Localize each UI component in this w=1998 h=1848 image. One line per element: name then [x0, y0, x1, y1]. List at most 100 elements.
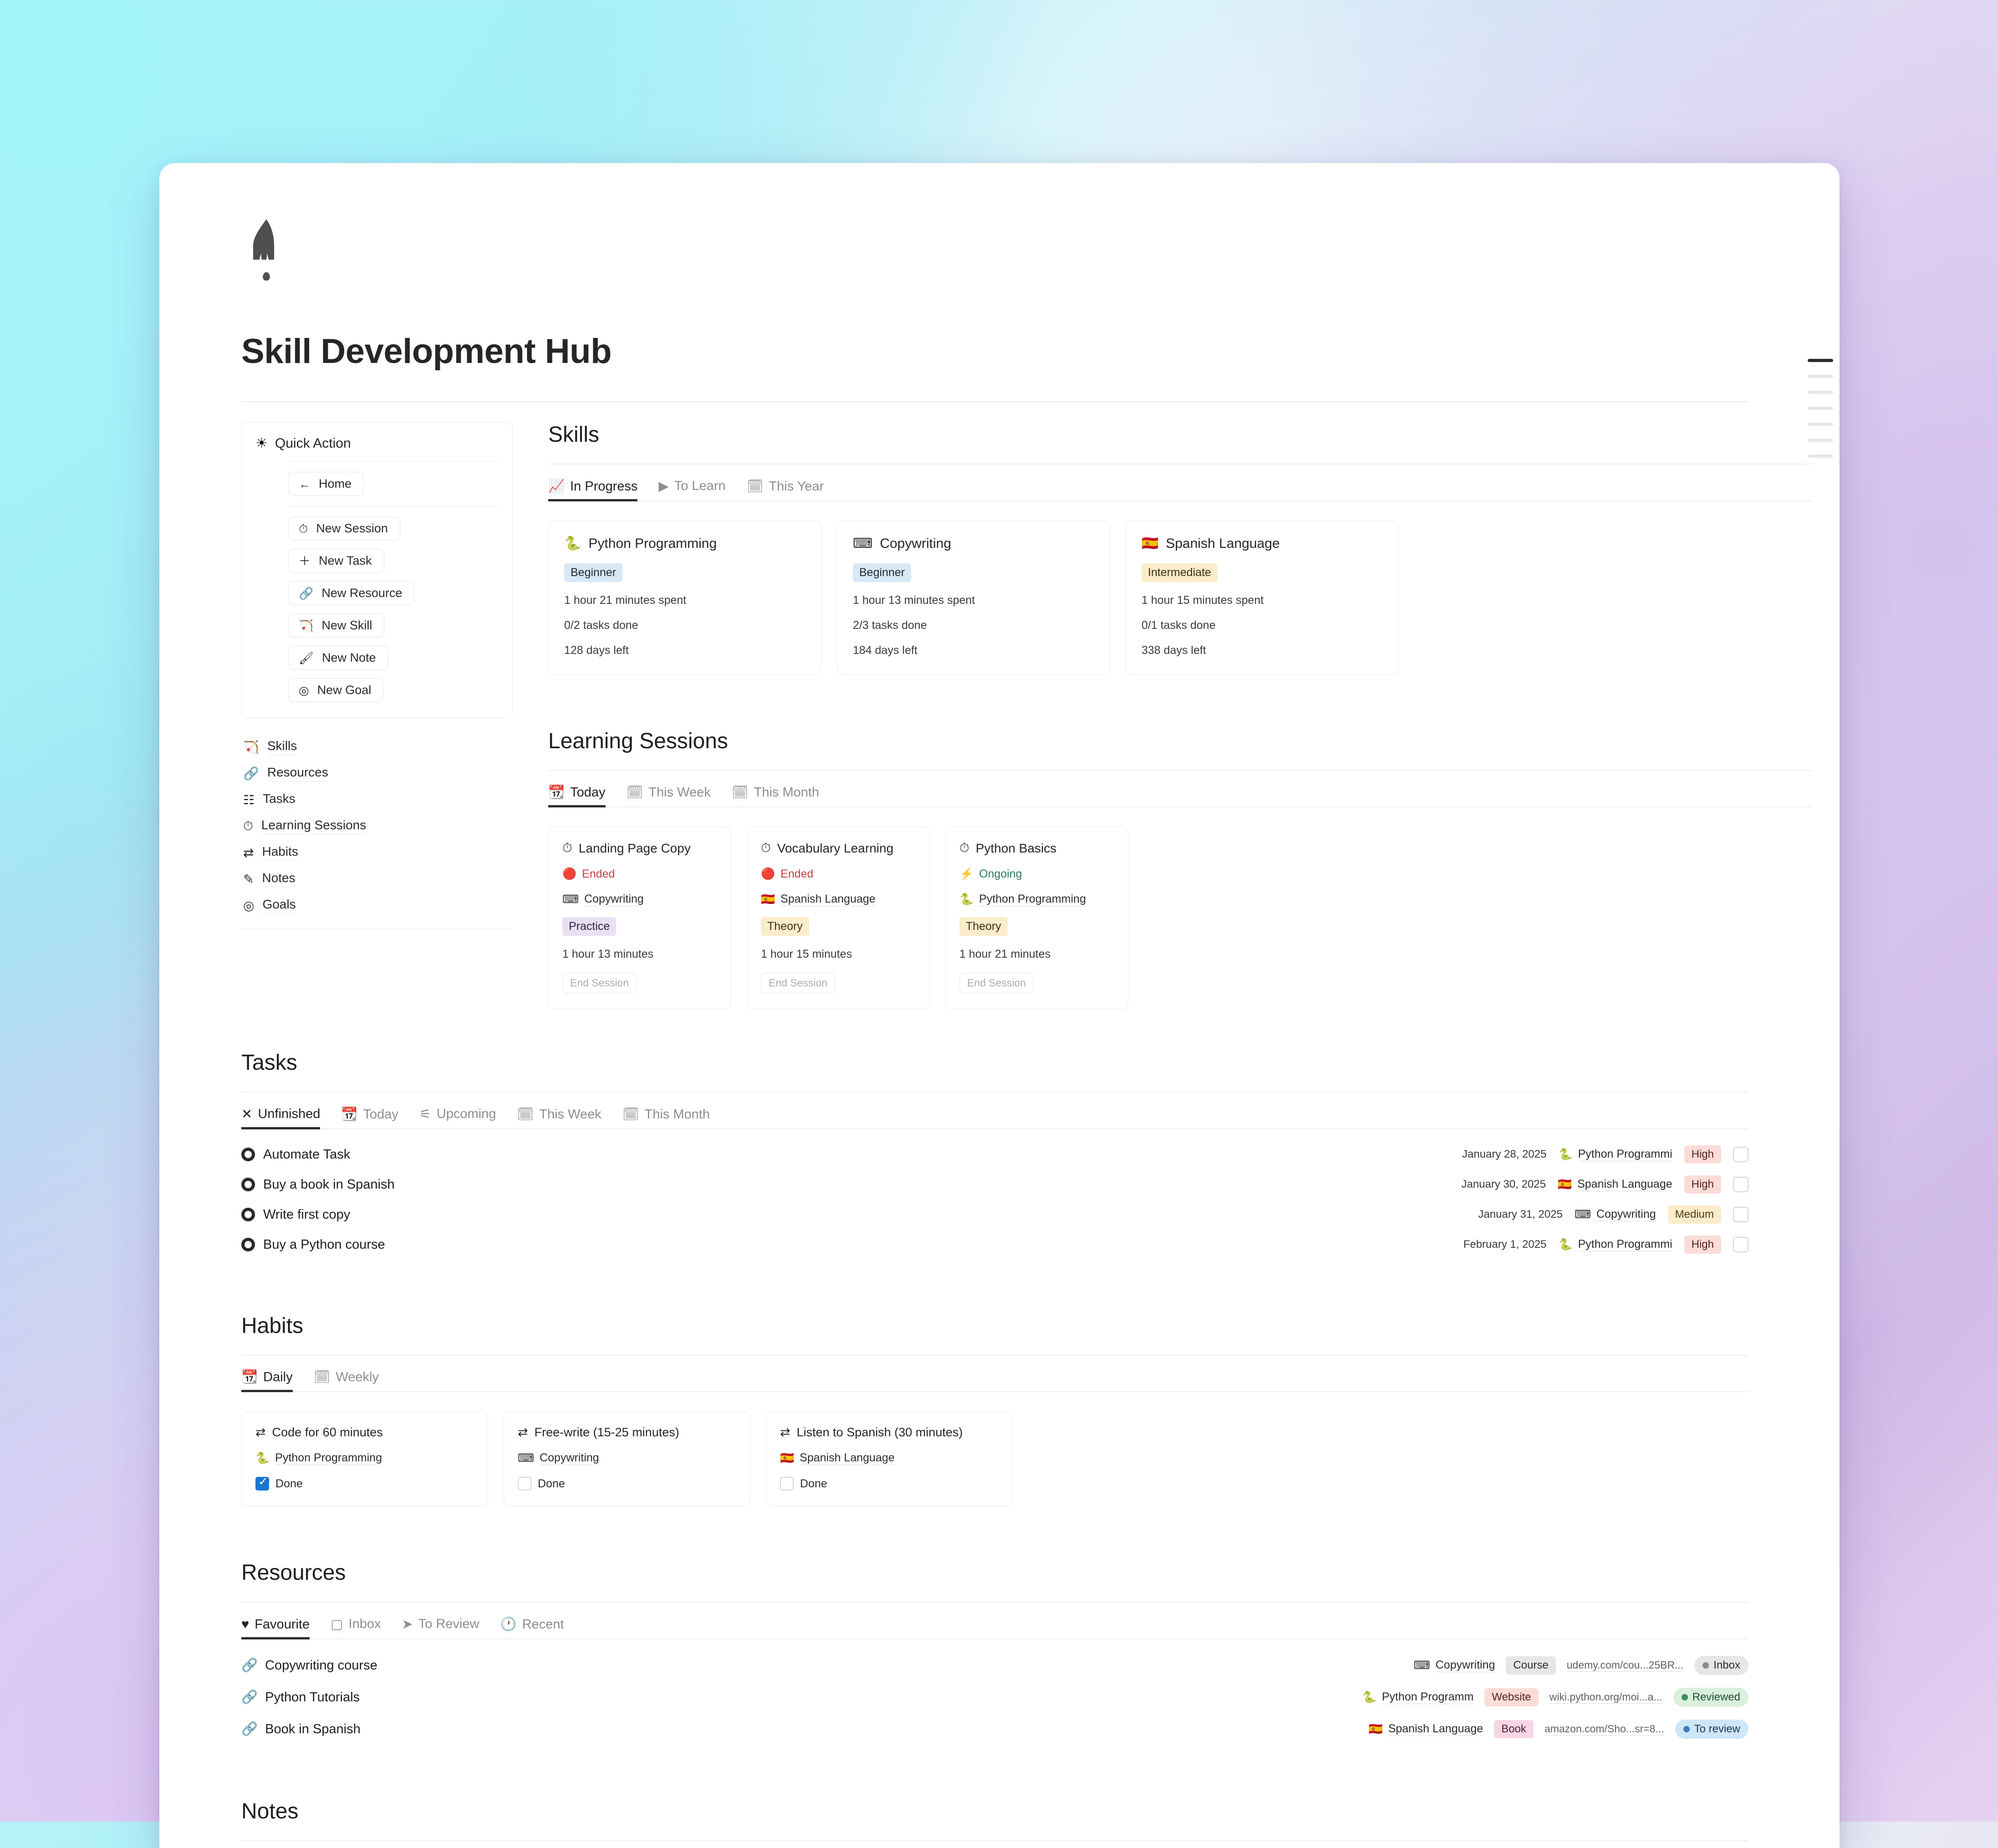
skill-card[interactable]: 🐍 Python Programming Beginner 1 hour 21 … — [548, 521, 821, 675]
skill-card[interactable]: ⌨ Copywriting Beginner 1 hour 13 minutes… — [837, 521, 1110, 675]
resource-skill-link[interactable]: 🇪🇸 Spanish Language — [1369, 1722, 1483, 1736]
habit-skill-link[interactable]: 🇪🇸 Spanish Language — [780, 1451, 999, 1465]
tab-inbox[interactable]: ▢ Inbox — [331, 1616, 381, 1639]
task-status-icon[interactable] — [241, 1148, 255, 1161]
resource-url[interactable]: amazon.com/Sho...sr=8... — [1544, 1723, 1664, 1736]
sidebar-item-notes[interactable]: ✎ Notes — [241, 866, 513, 892]
resource-skill-link[interactable]: ⌨ Copywriting — [1414, 1659, 1495, 1672]
list-item[interactable]: 🔗 Python Tutorials 🐍 Python Programm Web… — [241, 1681, 1748, 1713]
resource-name: Copywriting course — [265, 1658, 377, 1673]
session-card[interactable]: ⏱ Python Basics ⚡ Ongoing 🐍 Python Progr… — [945, 827, 1128, 1009]
habit-done-row[interactable]: Done — [255, 1475, 474, 1491]
tab-to-review[interactable]: ➤ To Review — [402, 1616, 479, 1639]
table-row[interactable]: Write first copy January 31, 2025 ⌨ Copy… — [241, 1200, 1748, 1230]
sidebar-item-resources[interactable]: 🔗 Resources — [241, 760, 513, 786]
tab-favourite[interactable]: ♥ Favourite — [241, 1617, 310, 1639]
tab-upcoming[interactable]: ⚟ Upcoming — [419, 1106, 496, 1129]
new-skill-button[interactable]: 🏹 New Skill — [288, 613, 385, 638]
tab-this-month[interactable]: 🗓 This Month — [732, 785, 819, 807]
tab-this-month[interactable]: 🗓 This Month — [622, 1107, 710, 1129]
new-goal-button[interactable]: ◎ New Goal — [288, 678, 384, 702]
new-session-button[interactable]: ⏱ New Session — [288, 516, 400, 541]
section-nav-dash[interactable] — [1808, 359, 1833, 362]
resource-url[interactable]: udemy.com/cou...25BR... — [1566, 1659, 1684, 1672]
lightning-bolt-icon: ⚡ — [959, 868, 974, 880]
task-checkbox[interactable] — [1733, 1147, 1748, 1162]
habit-skill-link[interactable]: ⌨ Copywriting — [518, 1451, 736, 1465]
session-card[interactable]: ⏱ Vocabulary Learning 🔴 Ended 🇪🇸 Spanish… — [747, 827, 930, 1009]
end-session-button[interactable]: End Session — [959, 973, 1034, 993]
session-skill-label: Copywriting — [584, 893, 644, 906]
tab-today[interactable]: 📆 Today — [341, 1107, 398, 1129]
task-checkbox[interactable] — [1733, 1237, 1748, 1252]
habit-checkbox[interactable] — [780, 1477, 794, 1491]
habit-checkbox[interactable] — [255, 1475, 269, 1491]
habit-card[interactable]: ⇄ Code for 60 minutes 🐍 Python Programmi… — [241, 1411, 488, 1506]
skill-time-spent: 1 hour 21 minutes spent — [564, 594, 687, 607]
tab-to-learn[interactable]: ▶ To Learn — [658, 478, 725, 501]
habit-checkbox[interactable] — [518, 1477, 531, 1491]
sidebar-nav: 🏹 Skills 🔗 Resources ☷ Tasks ⏱ Learning … — [241, 734, 513, 929]
table-row[interactable]: Buy a Python course February 1, 2025 🐍 P… — [241, 1230, 1748, 1260]
skill-level-badge: Beginner — [564, 563, 623, 582]
habit-card[interactable]: ⇄ Listen to Spanish (30 minutes) 🇪🇸 Span… — [766, 1411, 1013, 1506]
table-row[interactable]: Buy a book in Spanish January 30, 2025 🇪… — [241, 1169, 1748, 1200]
task-status-icon[interactable] — [241, 1238, 255, 1251]
habit-card[interactable]: ⇄ Free-write (15-25 minutes) ⌨ Copywriti… — [504, 1411, 750, 1506]
tab-label: Today — [363, 1107, 398, 1122]
sidebar-item-habits[interactable]: ⇄ Habits — [241, 839, 513, 866]
habit-skill-link[interactable]: 🐍 Python Programming — [255, 1451, 474, 1465]
tab-today[interactable]: 📆 Today — [548, 785, 606, 807]
tab-unfinished[interactable]: ✕ Unfinished — [241, 1106, 320, 1129]
tab-recent[interactable]: 🕐 Recent — [500, 1617, 564, 1639]
sidebar-item-tasks[interactable]: ☷ Tasks — [241, 786, 513, 813]
section-nav-dash[interactable] — [1808, 391, 1833, 394]
section-nav-dash[interactable] — [1808, 407, 1833, 410]
new-note-button[interactable]: 🖌 New Note — [288, 646, 388, 670]
task-status-icon[interactable] — [241, 1178, 255, 1191]
section-nav-dash[interactable] — [1808, 375, 1833, 378]
tab-this-week[interactable]: 🗓 This Week — [627, 785, 711, 807]
task-checkbox[interactable] — [1733, 1177, 1748, 1192]
home-button[interactable]: ← Home — [288, 472, 364, 496]
sidebar-item-skills[interactable]: 🏹 Skills — [241, 734, 513, 760]
skill-card[interactable]: 🇪🇸 Spanish Language Intermediate 1 hour … — [1126, 521, 1399, 675]
new-task-button[interactable]: ＋ New Task — [288, 549, 384, 573]
task-skill-link[interactable]: 🐍 Python Programmi — [1558, 1238, 1672, 1251]
resource-url[interactable]: wiki.python.org/moi...a... — [1549, 1691, 1662, 1704]
tab-label: This Week — [648, 785, 711, 800]
session-skill-link[interactable]: 🐍 Python Programming — [959, 893, 1114, 906]
task-status-icon[interactable] — [241, 1208, 255, 1221]
session-duration: 1 hour 21 minutes — [959, 948, 1051, 960]
habit-name: Free-write (15-25 minutes) — [534, 1425, 679, 1439]
send-icon: ➤ — [402, 1617, 413, 1632]
sidebar-item-goals[interactable]: ◎ Goals — [241, 892, 513, 919]
tab-this-year[interactable]: 🗓 This Year — [747, 479, 824, 501]
table-row[interactable]: Automate Task January 28, 2025 🐍 Python … — [241, 1139, 1748, 1169]
session-card[interactable]: ⏱ Landing Page Copy 🔴 Ended ⌨ Copywritin… — [548, 827, 731, 1009]
task-skill-link[interactable]: ⌨ Copywriting — [1575, 1208, 1656, 1221]
task-checkbox[interactable] — [1733, 1207, 1748, 1222]
list-item[interactable]: 🔗 Book in Spanish 🇪🇸 Spanish Language Bo… — [241, 1713, 1748, 1745]
tab-daily[interactable]: 📆 Daily — [241, 1369, 293, 1392]
section-nav-dash[interactable] — [1808, 454, 1833, 458]
task-skill-link[interactable]: 🇪🇸 Spanish Language — [1558, 1178, 1672, 1191]
section-navigator[interactable] — [1808, 359, 1840, 470]
status-dot-icon — [1702, 1662, 1709, 1669]
new-resource-button[interactable]: 🔗 New Resource — [288, 581, 415, 605]
habit-done-row[interactable]: Done — [780, 1477, 999, 1491]
task-skill-link[interactable]: 🐍 Python Programmi — [1558, 1148, 1672, 1161]
section-nav-dash[interactable] — [1808, 439, 1833, 442]
session-skill-link[interactable]: ⌨ Copywriting — [562, 893, 717, 906]
end-session-button[interactable]: End Session — [562, 973, 637, 993]
sidebar-item-learning-sessions[interactable]: ⏱ Learning Sessions — [241, 813, 513, 839]
habit-done-row[interactable]: Done — [518, 1477, 736, 1491]
tab-weekly[interactable]: 🗓 Weekly — [314, 1369, 379, 1392]
session-skill-link[interactable]: 🇪🇸 Spanish Language — [761, 893, 916, 906]
end-session-button[interactable]: End Session — [761, 973, 836, 993]
section-nav-dash[interactable] — [1808, 423, 1833, 426]
tab-this-week[interactable]: 🗓 This Week — [517, 1107, 601, 1129]
list-item[interactable]: 🔗 Copywriting course ⌨ Copywriting Cours… — [241, 1649, 1748, 1681]
tab-in-progress[interactable]: 📈 In Progress — [548, 479, 637, 501]
resource-skill-link[interactable]: 🐍 Python Programm — [1362, 1690, 1474, 1704]
